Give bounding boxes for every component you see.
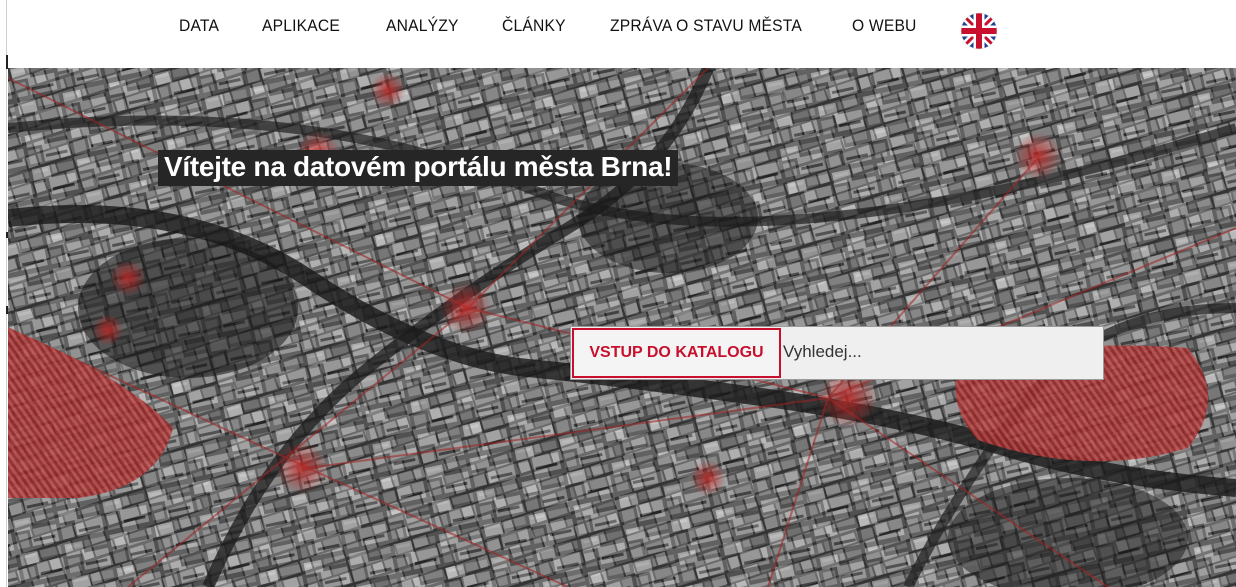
window-left-edge bbox=[0, 0, 8, 587]
nav-item-clanky[interactable]: ČLÁNKY bbox=[502, 16, 566, 36]
top-navigation: DATA APLIKACE ANALÝZY ČLÁNKY ZPRÁVA O ST… bbox=[0, 0, 1236, 68]
nav-item-o-webu[interactable]: O WEBU bbox=[852, 16, 917, 36]
nav-item-analyzy[interactable]: ANALÝZY bbox=[386, 16, 459, 36]
nav-item-aplikace[interactable]: APLIKACE bbox=[262, 16, 340, 36]
nav-item-zprava-o-stavu-mesta[interactable]: ZPRÁVA O STAVU MĚSTA bbox=[610, 16, 802, 36]
search-input[interactable] bbox=[783, 329, 1095, 375]
nav-item-data[interactable]: DATA bbox=[179, 16, 219, 36]
hero-title: Vítejte na datovém portálu města Brna! bbox=[158, 150, 679, 186]
catalog-search-bar: VSTUP DO KATALOGU bbox=[570, 326, 1104, 380]
uk-flag-icon[interactable] bbox=[960, 12, 998, 50]
catalog-entry-button[interactable]: VSTUP DO KATALOGU bbox=[572, 328, 781, 378]
hero-section: Vítejte na datovém portálu města Brna! V… bbox=[8, 68, 1236, 587]
